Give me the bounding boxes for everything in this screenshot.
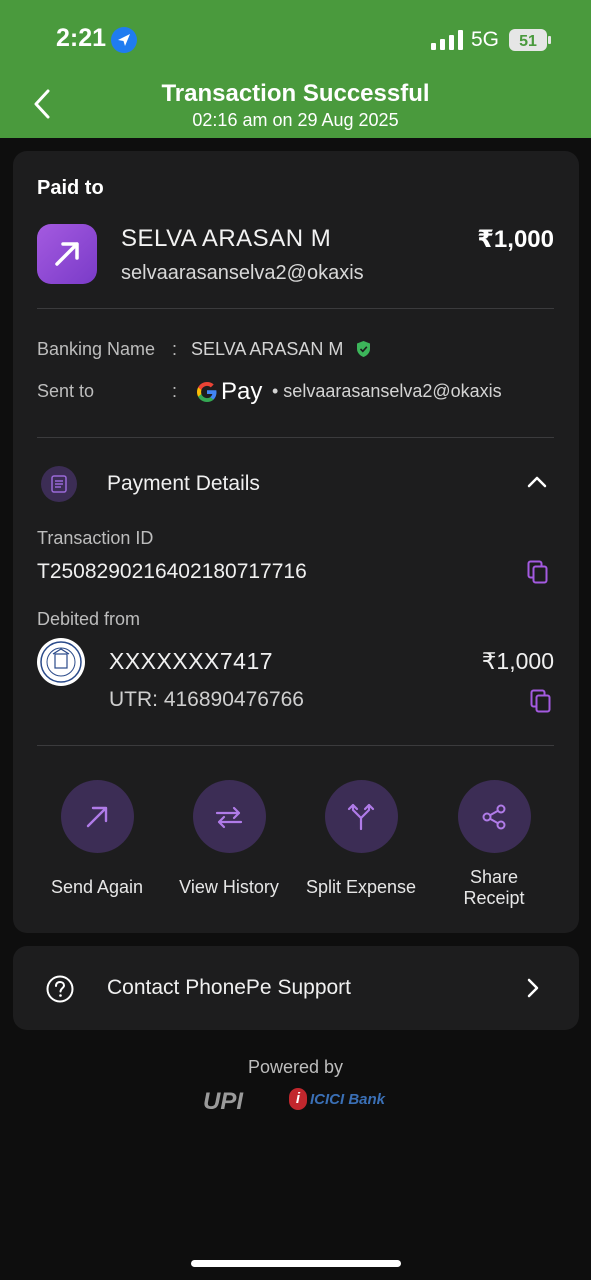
send-again-circle[interactable] [60, 780, 134, 853]
payee-name: SELVA ARASAN M [121, 225, 332, 252]
payee-avatar [37, 224, 97, 284]
battery-icon: 51 [509, 29, 551, 51]
banking-name-label: Banking Name [37, 339, 156, 359]
icici-mark-icon: i [289, 1088, 307, 1110]
payee-vpa: selvaarasanselva2@okaxis [121, 262, 364, 284]
icici-bank-text: ICICI Bank [310, 1090, 386, 1108]
utr-number: UTR: 416890476766 [109, 688, 304, 711]
receipt-icon [41, 466, 77, 502]
split-expense-circle[interactable] [324, 780, 398, 853]
cellular-signal-icon [431, 30, 463, 50]
send-again-button[interactable]: Send Again [32, 780, 162, 898]
upi-logo: UPI [203, 1088, 244, 1115]
icici-bank-logo: i ICICI Bank [289, 1088, 385, 1110]
transaction-id: T2508290216402180717716 [37, 560, 307, 583]
page-title: Transaction Successful [161, 80, 430, 107]
paid-amount: ₹1,000 [477, 226, 554, 253]
debited-from-label: Debited from [37, 609, 141, 629]
divider [37, 745, 554, 746]
share-receipt-circle[interactable] [457, 780, 531, 853]
arrow-up-right-icon [86, 806, 108, 827]
google-g-icon [197, 382, 217, 402]
gpay-logo: Pay [195, 378, 262, 406]
network-type: 5G [471, 28, 500, 51]
split-icon [347, 803, 375, 830]
share-icon [482, 804, 506, 829]
chevron-right-icon[interactable] [526, 977, 540, 999]
view-history-button[interactable]: View History [164, 780, 294, 898]
contact-support-label[interactable]: Contact PhonePe Support [107, 976, 351, 1000]
divider [37, 437, 554, 438]
split-expense-button[interactable]: Split Expense [296, 780, 426, 898]
action-label: Split Expense [305, 877, 417, 897]
transaction-id-label: Transaction ID [37, 528, 154, 548]
chevron-up-icon[interactable] [526, 474, 548, 490]
debit-account-number: XXXXXXX7417 [109, 648, 274, 674]
help-circle-icon [46, 975, 74, 1003]
paid-to-label: Paid to [37, 177, 104, 199]
divider [37, 308, 554, 309]
colon: : [172, 381, 178, 401]
sent-to-vpa: • selvaarasanselva2@okaxis [272, 381, 502, 401]
swap-arrows-icon [215, 806, 243, 828]
debited-amount: ₹1,000 [481, 648, 554, 674]
colon: : [172, 339, 178, 359]
copy-icon[interactable] [527, 560, 549, 584]
share-receipt-button[interactable]: Share Receipt [429, 780, 559, 909]
status-time: 2:21 [56, 24, 107, 52]
location-arrow-icon [111, 27, 137, 53]
powered-by-label: Powered by [247, 1057, 344, 1077]
action-label: Send Again [50, 877, 144, 897]
home-indicator[interactable] [191, 1260, 401, 1267]
action-label: Share Receipt [463, 867, 525, 908]
verified-shield-icon [357, 341, 370, 357]
banking-name-value: SELVA ARASAN M [191, 339, 344, 359]
gpay-text: Pay [221, 378, 263, 405]
view-history-circle[interactable] [192, 780, 266, 853]
svg-text:51: 51 [519, 33, 537, 50]
bank-logo [37, 638, 85, 686]
sent-to-label: Sent to [37, 381, 95, 401]
payment-details-title[interactable]: Payment Details [107, 472, 260, 496]
transaction-datetime: 02:16 am on 29 Aug 2025 [192, 110, 399, 130]
action-label: View History [179, 877, 279, 897]
copy-icon[interactable] [530, 689, 552, 713]
